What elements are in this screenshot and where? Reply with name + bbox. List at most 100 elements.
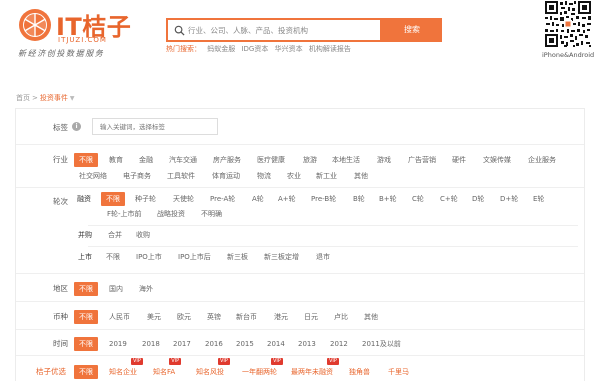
filter-option-time[interactable]: 2019 (109, 337, 127, 351)
filter-option-juzi-select[interactable]: 知名FA VIP (153, 358, 182, 379)
filter-option-round[interactable]: D+轮 (500, 192, 518, 206)
filter-option-time[interactable]: 2012 (330, 337, 348, 351)
filter-option-time[interactable]: 2017 (173, 337, 191, 351)
filter-option-time[interactable]: 2016 (205, 337, 223, 351)
filter-panel: 标签 i 行业 不限 教育 金融 汽车交通 房产服务 医疗健康 旅游 本地生活 … (15, 108, 585, 381)
filter-option-currency[interactable]: 港元 (274, 310, 288, 324)
filter-option-industry[interactable]: 医疗健康 (257, 153, 285, 167)
hot-search-link[interactable]: 机构解读报告 (309, 45, 351, 53)
filter-option-round[interactable]: 不明确 (201, 207, 222, 221)
filter-option-ipo[interactable]: IPO上市 (136, 250, 162, 264)
search-input[interactable] (188, 21, 378, 39)
filter-option-time[interactable]: 2011及以前 (362, 337, 401, 351)
hot-search-link[interactable]: IDG资本 (241, 45, 268, 53)
filter-option-currency[interactable]: 人民币 (109, 310, 130, 324)
filter-option-industry[interactable]: 社交网络 (79, 169, 107, 183)
info-icon[interactable]: i (72, 122, 81, 131)
vip-badge: VIP (169, 358, 182, 365)
filter-option-currency[interactable]: 英镑 (207, 310, 221, 324)
filter-option-industry[interactable]: 旅游 (303, 153, 317, 167)
filter-option-industry[interactable]: 物流 (257, 169, 271, 183)
filter-option-industry[interactable]: 文娱传媒 (483, 153, 511, 167)
filter-option-juzi-select[interactable]: 不限 (74, 365, 98, 379)
filter-option-round[interactable]: 种子轮 (135, 192, 156, 206)
filter-option-currency[interactable]: 美元 (147, 310, 161, 324)
filter-option-round[interactable]: A+轮 (278, 192, 296, 206)
filter-option-currency[interactable]: 日元 (304, 310, 318, 324)
hot-search-link[interactable]: 华兴资本 (275, 45, 303, 53)
filter-option-industry[interactable]: 金融 (139, 153, 153, 167)
filter-option-round[interactable]: 战略投资 (157, 207, 185, 221)
filter-option-industry[interactable]: 教育 (109, 153, 123, 167)
filter-option-round[interactable]: C+轮 (440, 192, 458, 206)
divider (88, 225, 578, 226)
filter-option-merger[interactable]: 合并 (108, 228, 122, 242)
filter-option-industry[interactable]: 企业服务 (528, 153, 556, 167)
filter-option-round[interactable]: Pre-A轮 (210, 192, 235, 206)
filter-option-industry[interactable]: 游戏 (377, 153, 391, 167)
filter-option-industry[interactable]: 不限 (74, 153, 98, 167)
filter-option-round[interactable]: 不限 (101, 192, 125, 206)
filter-option-round[interactable]: F轮-上市前 (107, 207, 142, 221)
filter-option-round[interactable]: B+轮 (379, 192, 397, 206)
filter-option-time[interactable]: 不限 (74, 337, 98, 351)
filter-option-region[interactable]: 不限 (74, 282, 98, 296)
filter-option-industry[interactable]: 新工业 (316, 169, 337, 183)
filter-option-round[interactable]: E轮 (533, 192, 544, 206)
filter-option-juzi-select[interactable]: 独角兽 (349, 365, 370, 379)
filter-option-juzi-select[interactable]: 一年翻两轮 VIP (242, 358, 283, 379)
search-button[interactable]: 搜索 (382, 18, 442, 42)
filter-option-ipo[interactable]: IPO上市后 (178, 250, 211, 264)
filter-option-time[interactable]: 2013 (298, 337, 316, 351)
qr-code-icon (544, 0, 592, 48)
filter-option-industry[interactable]: 本地生活 (332, 153, 360, 167)
filter-option-juzi-select[interactable]: 千里马 (388, 365, 409, 379)
filter-option-merger[interactable]: 收购 (136, 228, 150, 242)
filter-label-time: 时间 (53, 339, 68, 348)
filter-option-juzi-select[interactable]: 知名风投 VIP (196, 358, 230, 379)
filter-option-industry[interactable]: 工具软件 (167, 169, 195, 183)
tag-search-input[interactable] (92, 118, 218, 135)
filter-row-round: 轮次 融资 不限 种子轮 天使轮 Pre-A轮 A轮 A+轮 Pre-B轮 B轮… (16, 188, 584, 274)
filter-option-time[interactable]: 2015 (236, 337, 254, 351)
filter-option-industry[interactable]: 体育运动 (212, 169, 240, 183)
filter-option-ipo[interactable]: 新三板 (227, 250, 248, 264)
filter-option-industry[interactable]: 房产服务 (213, 153, 241, 167)
filter-option-ipo[interactable]: 退市 (316, 250, 330, 264)
filter-option-juzi-select[interactable]: 最两年未融资 VIP (291, 358, 339, 379)
filter-option-currency[interactable]: 其他 (364, 310, 378, 324)
filter-option-currency[interactable]: 欧元 (177, 310, 191, 324)
filter-option-juzi-select[interactable]: 知名企业 VIP (109, 358, 143, 379)
filter-option-round[interactable]: A轮 (252, 192, 264, 206)
search-box (166, 18, 382, 42)
filter-option-currency[interactable]: 卢比 (334, 310, 348, 324)
filter-option-industry[interactable]: 其他 (354, 169, 368, 183)
filter-option-ipo[interactable]: 不限 (106, 250, 120, 264)
filter-option-industry[interactable]: 广告营销 (408, 153, 436, 167)
filter-option-time[interactable]: 2018 (142, 337, 160, 351)
filter-option-time[interactable]: 2014 (267, 337, 285, 351)
filter-option-region[interactable]: 国内 (109, 282, 123, 296)
hot-search-link[interactable]: 蚂蚁金服 (207, 45, 235, 53)
filter-option-round[interactable]: C轮 (412, 192, 424, 206)
filter-option-industry[interactable]: 农业 (287, 169, 301, 183)
filter-sublabel-merger: 并购 (78, 231, 92, 239)
breadcrumb: 首页 > 投资事件 ▼ (16, 93, 75, 103)
filter-option-ipo[interactable]: 新三板定增 (264, 250, 299, 264)
filter-option-round[interactable]: Pre-B轮 (311, 192, 336, 206)
filter-option-industry[interactable]: 汽车交通 (169, 153, 197, 167)
filter-option-round[interactable]: 天使轮 (173, 192, 194, 206)
breadcrumb-current[interactable]: 投资事件 (40, 94, 68, 102)
filter-option-currency[interactable]: 不限 (74, 310, 98, 324)
filter-option-industry[interactable]: 硬件 (452, 153, 466, 167)
filter-option-industry[interactable]: 电子商务 (123, 169, 151, 183)
breadcrumb-home[interactable]: 首页 (16, 94, 30, 102)
site-logo[interactable]: IT桔子 ITJUZI.COM 新经济创投数据服务 (18, 6, 131, 62)
hot-search-row: 热门搜索： 蚂蚁金服 IDG资本 华兴资本 机构解读报告 (166, 44, 355, 54)
filter-option-region[interactable]: 海外 (139, 282, 153, 296)
chevron-down-icon[interactable]: ▼ (70, 95, 75, 102)
filter-option-round[interactable]: D轮 (472, 192, 484, 206)
vip-badge: VIP (218, 358, 230, 365)
filter-option-round[interactable]: B轮 (353, 192, 365, 206)
filter-option-currency[interactable]: 新台币 (236, 310, 257, 324)
